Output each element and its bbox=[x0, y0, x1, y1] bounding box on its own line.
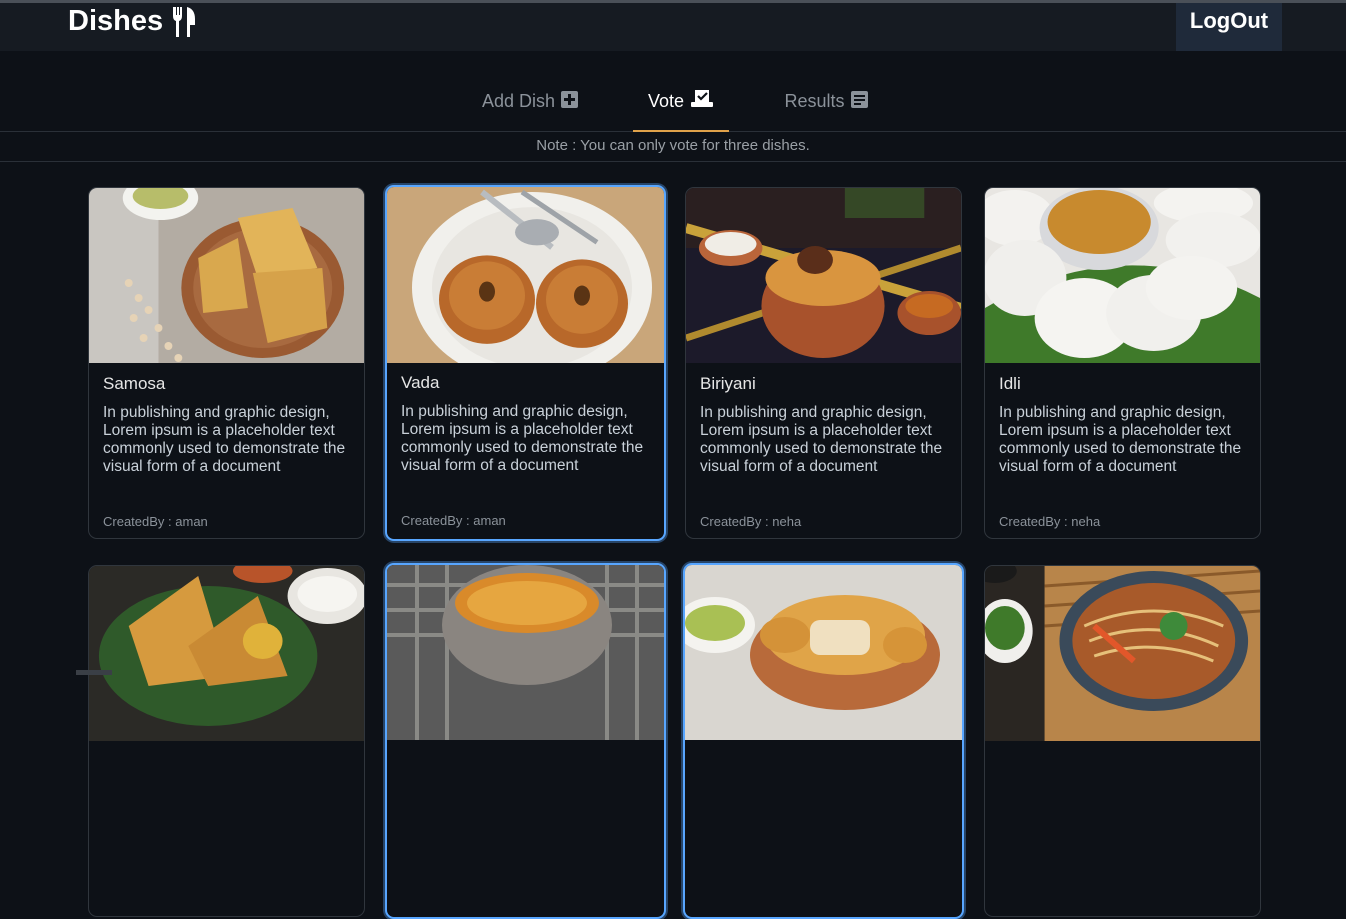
dish-image bbox=[387, 565, 664, 740]
dish-image bbox=[686, 188, 961, 363]
dish-card[interactable] bbox=[683, 563, 964, 919]
dish-image bbox=[985, 188, 1260, 363]
dish-description: In publishing and graphic design, Lorem … bbox=[999, 404, 1242, 475]
tab-label: Add Dish bbox=[481, 91, 556, 111]
dish-name: Idli bbox=[999, 374, 1021, 393]
dish-image bbox=[685, 565, 962, 740]
tab-add-dish[interactable]: Add Dish bbox=[472, 82, 588, 131]
dish-card[interactable] bbox=[984, 565, 1261, 917]
dish-name: Biriyani bbox=[700, 374, 756, 393]
horizontal-scrollbar[interactable] bbox=[76, 670, 112, 675]
dish-image bbox=[89, 566, 364, 741]
dish-name: Samosa bbox=[103, 374, 166, 393]
dish-image bbox=[985, 566, 1260, 741]
navbar: Dishes LogOut bbox=[0, 3, 1346, 51]
dish-card-idli[interactable]: Idli In publishing and graphic design, L… bbox=[984, 187, 1261, 539]
logout-button[interactable]: LogOut bbox=[1176, 3, 1282, 51]
dish-card[interactable] bbox=[88, 565, 365, 917]
vote-icon bbox=[690, 90, 714, 113]
vote-note: Note : You can only vote for three dishe… bbox=[0, 132, 1346, 162]
tab-vote[interactable]: Vote bbox=[633, 82, 729, 132]
results-icon bbox=[850, 90, 868, 113]
dish-creator: CreatedBy : aman bbox=[401, 513, 506, 528]
dish-creator: CreatedBy : neha bbox=[700, 514, 802, 529]
tab-label: Vote bbox=[647, 91, 685, 111]
dish-creator: CreatedBy : neha bbox=[999, 514, 1101, 529]
dish-card-vada[interactable]: Vada In publishing and graphic design, L… bbox=[385, 185, 666, 541]
utensils-icon bbox=[171, 6, 197, 38]
dish-card[interactable] bbox=[385, 563, 666, 919]
dish-image bbox=[89, 188, 364, 363]
dish-card-biriyani[interactable]: Biriyani In publishing and graphic desig… bbox=[685, 187, 962, 539]
dish-name: Vada bbox=[401, 373, 440, 392]
tab-label: Results bbox=[784, 91, 845, 111]
brand-title: Dishes bbox=[68, 5, 164, 37]
dish-description: In publishing and graphic design, Lorem … bbox=[401, 403, 644, 474]
plus-square-icon bbox=[561, 90, 579, 113]
dish-image bbox=[387, 187, 664, 363]
dish-description: In publishing and graphic design, Lorem … bbox=[103, 404, 346, 475]
tab-results[interactable]: Results bbox=[776, 82, 876, 131]
dish-description: In publishing and graphic design, Lorem … bbox=[700, 404, 943, 475]
brand[interactable]: Dishes bbox=[68, 5, 197, 38]
dish-card-samosa[interactable]: Samosa In publishing and graphic design,… bbox=[88, 187, 365, 539]
dish-creator: CreatedBy : aman bbox=[103, 514, 208, 529]
tab-bar: Add Dish Vote Results bbox=[0, 82, 1346, 132]
